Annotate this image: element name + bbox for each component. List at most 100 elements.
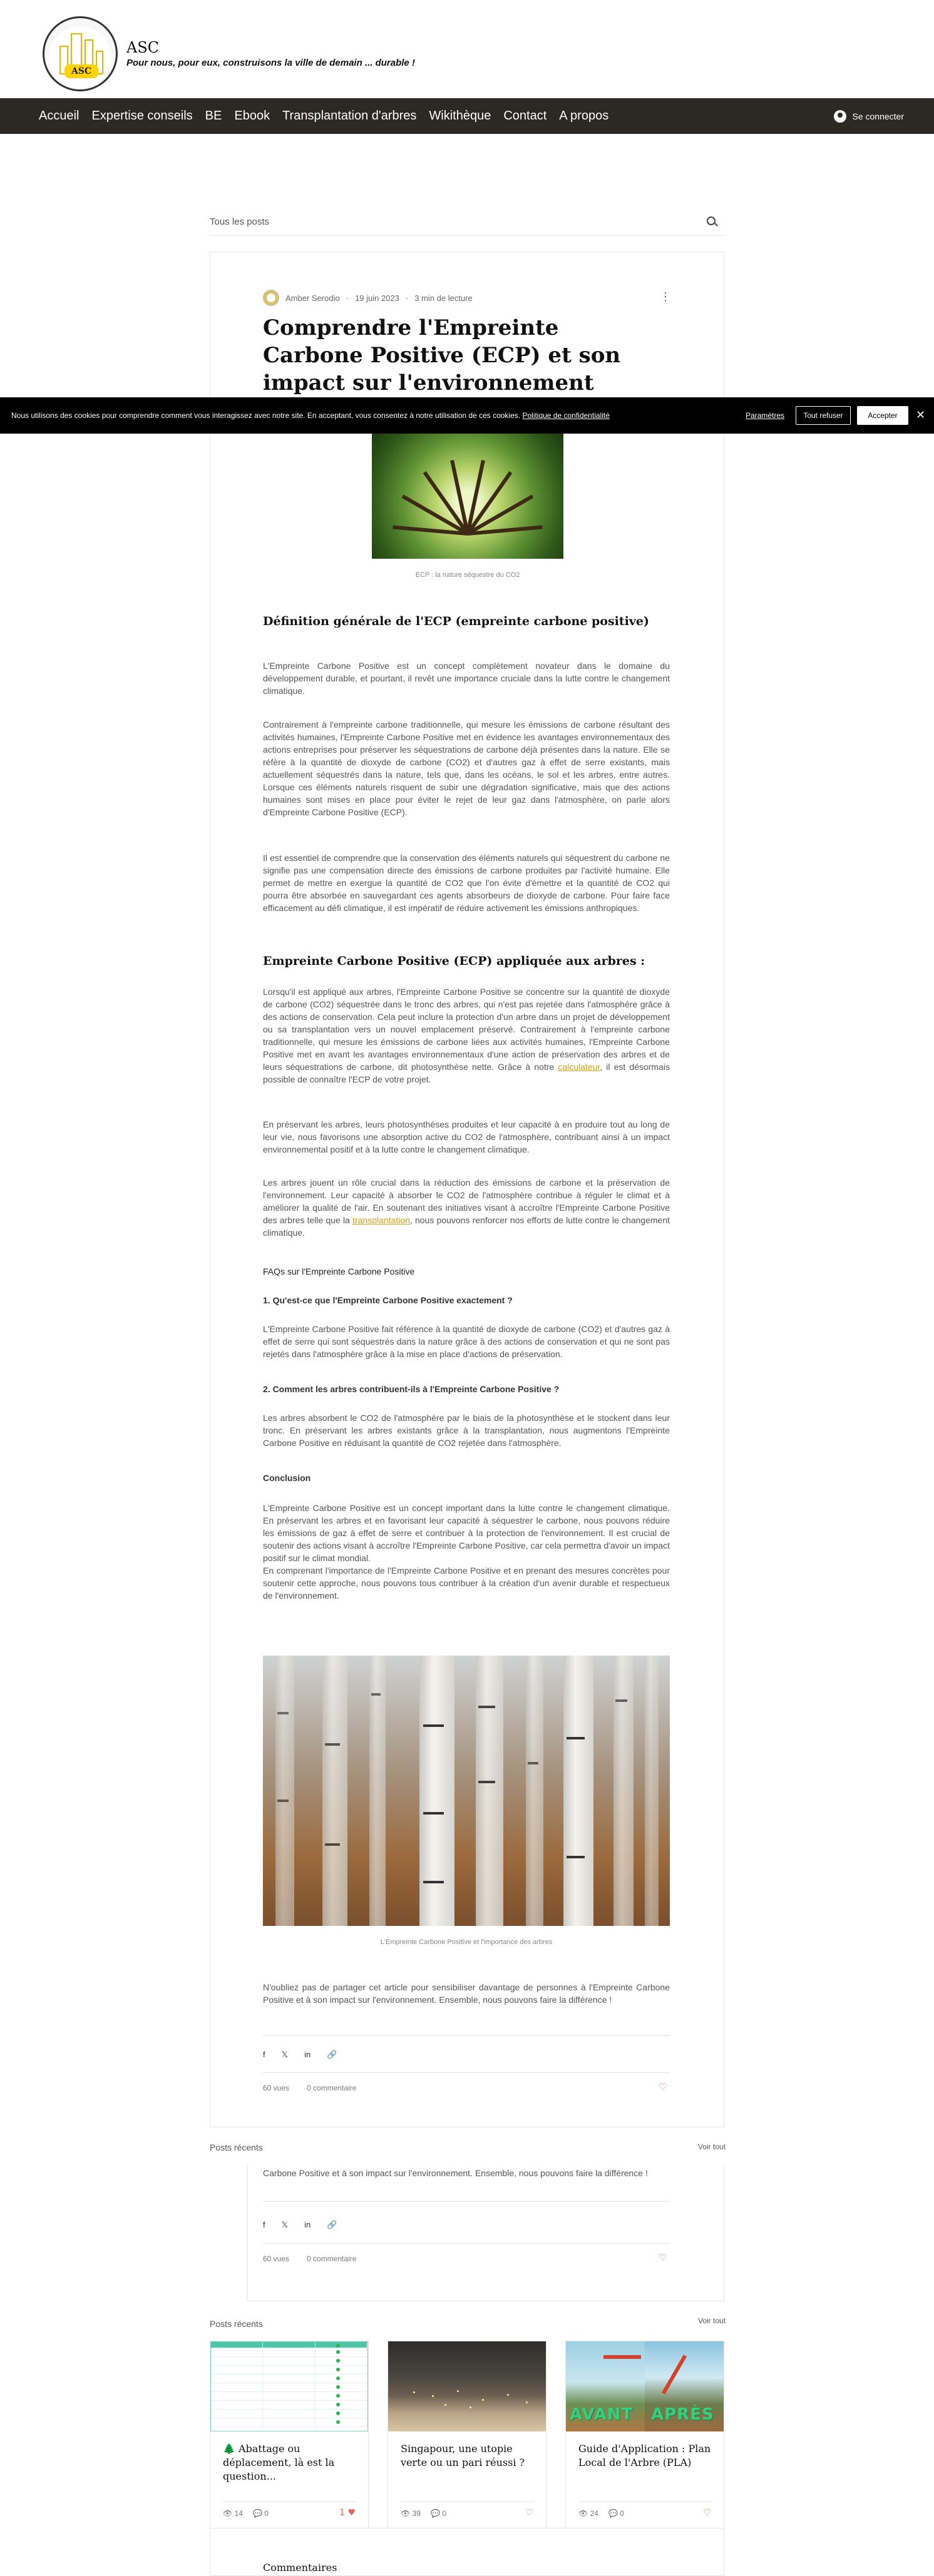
like-heart-icon[interactable]: ♡ bbox=[703, 2508, 711, 2518]
section-heading: Empreinte Carbone Positive (ECP) appliqu… bbox=[263, 954, 645, 968]
accept-cookies-button[interactable]: Accepter bbox=[857, 406, 908, 425]
faq-answer: L'Empreinte Carbone Positive fait référe… bbox=[263, 1324, 670, 1359]
site-tagline: Pour nous, pour eux, construisons la vil… bbox=[126, 58, 415, 68]
search-icon[interactable] bbox=[707, 216, 716, 225]
closing-paragraph: N'oubliez pas de partager cet article po… bbox=[263, 1982, 670, 2005]
views-count: 14 bbox=[234, 2509, 243, 2518]
transplantation-link[interactable]: transplantation bbox=[352, 1215, 410, 1225]
birch-trunk bbox=[369, 1656, 386, 1926]
like-heart-icon[interactable]: 1 ♥ bbox=[339, 2508, 356, 2518]
linkedin-share-icon[interactable]: in bbox=[304, 2050, 310, 2060]
copy-link-icon[interactable]: 🔗 bbox=[327, 2050, 337, 2060]
heart-glyph: ♥ bbox=[347, 2508, 356, 2518]
nav-item-contact[interactable]: Contact bbox=[503, 109, 547, 123]
faq-heading: FAQs sur l'Empreinte Carbone Positive bbox=[263, 1266, 415, 1276]
paragraph: En préservant les arbres, leurs photosyn… bbox=[263, 1119, 670, 1154]
hero-image-forest-canopy[interactable] bbox=[372, 434, 563, 559]
comments-count: 0 bbox=[442, 2509, 446, 2518]
post-title[interactable]: Singapour, une utopie verte ou un pari r… bbox=[401, 2442, 535, 2470]
see-all-link[interactable]: Voir tout bbox=[698, 2142, 726, 2151]
site-logo[interactable]: ASC bbox=[43, 16, 118, 91]
calculator-link[interactable]: calculateur bbox=[558, 1062, 600, 1072]
birch-trunk bbox=[563, 1656, 593, 1926]
birch-trunk bbox=[613, 1656, 634, 1926]
post-stats: 60 vues 0 commentaire bbox=[263, 2254, 356, 2263]
like-heart-icon[interactable]: ♡ bbox=[659, 2252, 667, 2263]
closing-paragraph: Carbone Positive et à son impact sur l'e… bbox=[263, 2168, 648, 2178]
like-heart-icon[interactable]: ♡ bbox=[525, 2508, 533, 2518]
birch-trunk bbox=[526, 1656, 543, 1926]
post-thumbnail: AVANT APRÈS bbox=[566, 2341, 724, 2431]
nav-item-transplantation[interactable]: Transplantation d'arbres bbox=[282, 109, 416, 123]
faq-question: 2. Comment les arbres contribuent-ils à … bbox=[263, 1384, 560, 1394]
refuse-cookies-button[interactable]: Tout refuser bbox=[796, 406, 851, 425]
nav-item-wikitheque[interactable]: Wikithèque bbox=[429, 109, 491, 123]
share-row: f 𝕏 in 🔗 bbox=[263, 2050, 337, 2060]
comments-count[interactable]: 0 commentaire bbox=[307, 2254, 356, 2263]
like-heart-icon[interactable]: ♡ bbox=[659, 2081, 667, 2092]
birch-forest-image[interactable] bbox=[263, 1656, 670, 1926]
birch-trunk bbox=[645, 1656, 659, 1926]
comments-count: 0 bbox=[264, 2509, 269, 2518]
post-thumbnail bbox=[210, 2341, 368, 2431]
logo-badge: ASC bbox=[64, 64, 98, 78]
paragraph: L'Empreinte Carbone Positive est un conc… bbox=[263, 661, 670, 696]
birch-trunk bbox=[476, 1656, 503, 1926]
see-all-link[interactable]: Voir tout bbox=[698, 2316, 726, 2325]
cookie-settings-link[interactable]: Paramètres bbox=[746, 411, 784, 420]
x-share-icon[interactable]: 𝕏 bbox=[282, 2220, 288, 2230]
facebook-share-icon[interactable]: f bbox=[263, 2220, 265, 2230]
post-stats: 👁 14 💬 0 bbox=[223, 2509, 269, 2518]
paragraph: Il est essentiel de comprendre que la co… bbox=[263, 853, 670, 913]
paragraph: Les arbres jouent un rôle crucial dans l… bbox=[263, 1176, 670, 1239]
birch-trunk bbox=[419, 1656, 454, 1926]
faq-answer: Les arbres absorbent le CO2 de l'atmosph… bbox=[263, 1413, 670, 1448]
privacy-policy-link[interactable]: Politique de confidentialité bbox=[522, 411, 609, 420]
more-actions-icon[interactable]: ⋮ bbox=[660, 290, 671, 303]
birch-caption: L'Empreinte Carbone Positive et l'import… bbox=[380, 1938, 553, 1946]
views-icon: 👁 14 bbox=[223, 2509, 243, 2518]
divider bbox=[210, 235, 724, 236]
article-title: Comprendre l'Empreinte Carbone Positive … bbox=[263, 315, 621, 395]
likes-count: 1 bbox=[339, 2508, 345, 2518]
x-share-icon[interactable]: 𝕏 bbox=[282, 2050, 288, 2060]
login-label: Se connecter bbox=[852, 111, 905, 121]
nav-item-be[interactable]: BE bbox=[205, 109, 222, 123]
views-icon: 👁 24 bbox=[578, 2509, 598, 2518]
post-title[interactable]: Guide d'Application : Plan Local de l'Ar… bbox=[578, 2442, 713, 2470]
article-card-duplicate bbox=[247, 2165, 724, 2301]
views-count: 60 vues bbox=[263, 2254, 290, 2263]
brand-name[interactable]: ASC bbox=[126, 39, 159, 56]
share-row: f 𝕏 in 🔗 bbox=[263, 2220, 337, 2230]
author-avatar[interactable] bbox=[263, 290, 279, 306]
paragraph: Lorsqu'il est appliqué aux arbres, l'Emp… bbox=[263, 985, 670, 1086]
paragraph: En comprenant l'importance de l'Empreint… bbox=[263, 1565, 670, 1601]
views-count: 39 bbox=[412, 2509, 421, 2518]
login-button[interactable]: Se connecter bbox=[833, 98, 905, 134]
site-header: ASC ASC Pour nous, pour eux, construison… bbox=[0, 0, 934, 98]
close-icon[interactable]: ✕ bbox=[916, 409, 925, 422]
comment-icon: 💬 0 bbox=[430, 2509, 446, 2518]
all-posts-link[interactable]: Tous les posts bbox=[210, 216, 269, 227]
author-name[interactable]: Amber Serodio bbox=[285, 293, 340, 303]
nav-items: Accueil Expertise conseils BE Ebook Tran… bbox=[39, 98, 608, 134]
nav-item-accueil[interactable]: Accueil bbox=[39, 109, 79, 123]
after-label: APRÈS bbox=[651, 2405, 714, 2424]
paragraph: L'Empreinte Carbone Positive est un conc… bbox=[263, 1503, 670, 1563]
post-title[interactable]: 🌲 Abattage ou déplacement, là est la que… bbox=[223, 2442, 357, 2483]
comments-count[interactable]: 0 commentaire bbox=[307, 2084, 356, 2092]
meta-separator: · bbox=[346, 293, 349, 303]
copy-link-icon[interactable]: 🔗 bbox=[327, 2220, 337, 2230]
facebook-share-icon[interactable]: f bbox=[263, 2050, 265, 2060]
divider bbox=[263, 2072, 670, 2073]
nav-item-expertise[interactable]: Expertise conseils bbox=[91, 109, 192, 123]
linkedin-share-icon[interactable]: in bbox=[304, 2220, 310, 2230]
user-icon bbox=[833, 109, 846, 123]
recent-posts-label: Posts récents bbox=[210, 2319, 263, 2329]
comment-icon: 💬 0 bbox=[608, 2509, 624, 2518]
post-thumbnail bbox=[388, 2341, 546, 2431]
nav-item-ebook[interactable]: Ebook bbox=[234, 109, 270, 123]
views-count: 60 vues bbox=[263, 2084, 290, 2092]
nav-item-a-propos[interactable]: A propos bbox=[559, 109, 608, 123]
views-count: 24 bbox=[590, 2509, 598, 2518]
